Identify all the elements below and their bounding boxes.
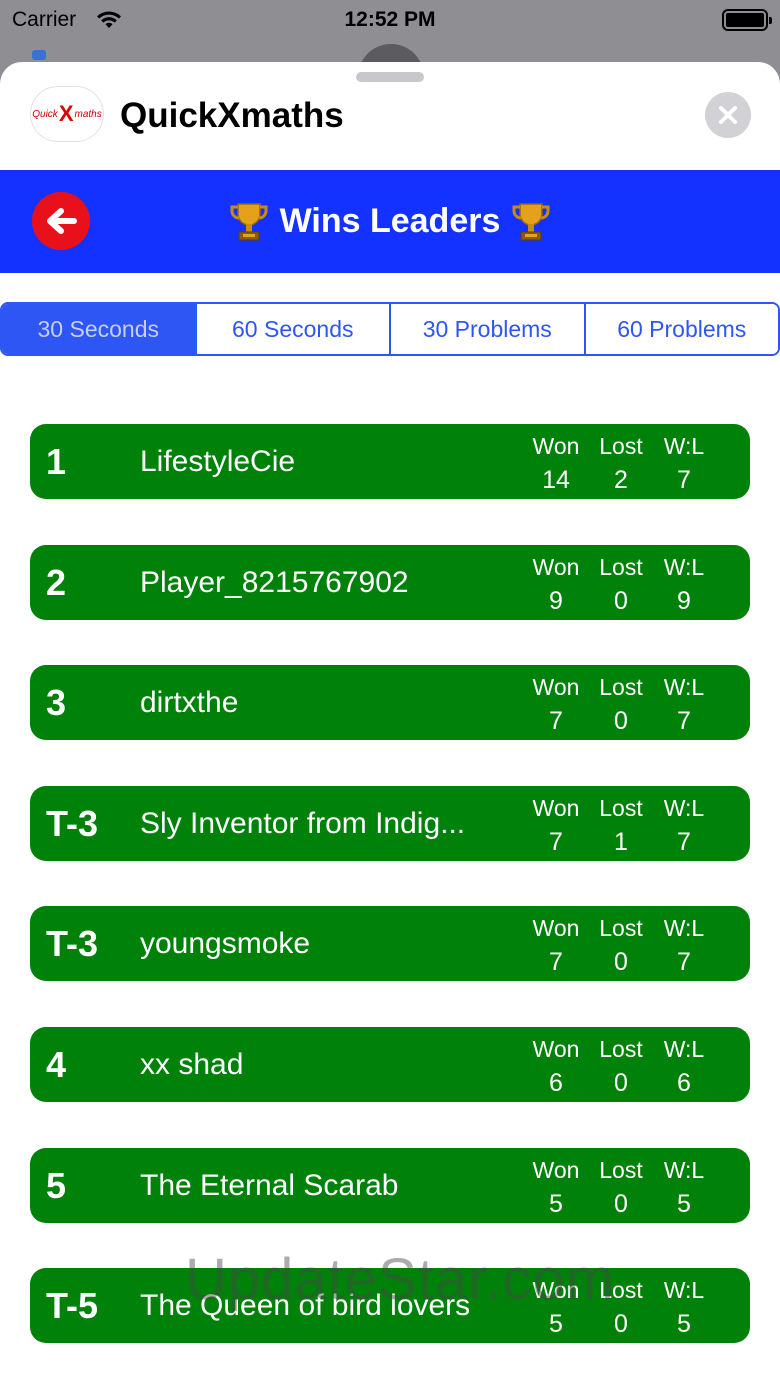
won-stat: Won 6	[532, 1035, 580, 1097]
clock: 12:52 PM	[344, 8, 436, 31]
win-loss-ratio-stat: W:L 5	[663, 1277, 705, 1339]
lost-stat: Lost 0	[599, 553, 643, 615]
won-stat: Won 9	[532, 553, 580, 615]
won-stat: Won 7	[532, 794, 580, 856]
lost-stat: Lost 0	[599, 1156, 643, 1218]
back-button[interactable]	[32, 192, 90, 250]
app-logo: Quick Xmaths	[30, 86, 104, 142]
modal-sheet: Quick Xmaths QuickXmaths Wins Leaders 30…	[0, 62, 780, 1387]
back-arrow-icon	[47, 208, 77, 234]
rank-label: 1	[46, 441, 67, 482]
status-bar: Carrier 12:52 PM	[0, 0, 780, 40]
battery-icon	[722, 9, 772, 31]
player-name: dirtxthe	[140, 686, 239, 720]
leaderboard-row[interactable]: 5 The Eternal Scarab Won 5 Lost 0 W:L 5	[30, 1147, 750, 1223]
win-loss-ratio-stat: W:L 7	[663, 915, 705, 977]
win-loss-ratio-stat: W:L 7	[663, 674, 705, 736]
banner-title-row: Wins Leaders	[0, 170, 780, 273]
player-name: The Eternal Scarab	[140, 1168, 399, 1202]
watermark: UpdateStar.com	[185, 1247, 615, 1312]
time-mode-tabs: 30 Seconds 60 Seconds 30 Problems 60 Pro…	[0, 302, 780, 356]
player-name: LifestyleCie	[140, 445, 296, 478]
banner-title: Wins Leaders	[279, 202, 501, 240]
win-loss-ratio-stat: W:L 9	[663, 553, 705, 615]
win-loss-ratio-stat: W:L 6	[663, 1035, 705, 1097]
win-loss-ratio-stat: W:L 7	[663, 433, 705, 494]
lost-stat: Lost 2	[599, 433, 643, 494]
player-name: xx shad	[140, 1047, 244, 1081]
won-stat: Won 14	[532, 433, 580, 494]
app-header: Quick Xmaths QuickXmaths	[0, 62, 780, 170]
leaderboard-row[interactable]: 4 xx shad Won 6 Lost 0 W:L 6	[30, 1026, 750, 1102]
background-app-peek	[32, 50, 46, 60]
rank-label: 5	[46, 1164, 67, 1206]
lost-stat: Lost 0	[599, 915, 643, 977]
leaderboard-list: 1 LifestyleCie Won 14 Lost 2 W:L 7 2 Player…	[30, 424, 750, 1387]
leaderboard-row[interactable]: 3 dirtxthe Won 7 Lost 0 W:L 7	[30, 665, 750, 741]
win-loss-ratio-stat: W:L 7	[663, 794, 705, 856]
page-banner: Wins Leaders	[0, 170, 780, 273]
win-loss-ratio-stat: W:L 5	[663, 1156, 705, 1218]
rank-label: T-3	[46, 802, 99, 844]
tab-60-problems[interactable]: 60 Problems	[585, 304, 778, 354]
lost-stat: Lost 1	[599, 794, 643, 856]
close-icon	[719, 106, 737, 124]
tab-30-problems[interactable]: 30 Problems	[391, 304, 586, 354]
player-name: youngsmoke	[140, 927, 311, 961]
won-stat: Won 5	[532, 1156, 580, 1218]
rank-label: T-3	[46, 923, 99, 965]
lost-stat: Lost 0	[599, 1035, 643, 1097]
player-name: Player_8215767902	[140, 565, 409, 599]
trophy-icon	[512, 202, 550, 240]
leaderboard-row[interactable]: T-3 Sly Inventor from Indig... Won 7 Lost…	[30, 785, 750, 861]
rank-label: T-5	[46, 1285, 99, 1327]
trophy-icon	[230, 202, 268, 240]
tab-30-seconds[interactable]: 30 Seconds	[2, 304, 197, 354]
leaderboard-row[interactable]: T-3 youngsmoke Won 7 Lost 0 W:L 7	[30, 906, 750, 982]
rank-label: 4	[46, 1043, 67, 1085]
leaderboard-row[interactable]: 1 LifestyleCie Won 14 Lost 2 W:L 7	[30, 424, 750, 499]
rank-label: 2	[46, 561, 67, 603]
won-stat: Won 7	[532, 915, 580, 977]
won-stat: Won 7	[532, 674, 580, 736]
lost-stat: Lost 0	[599, 674, 643, 736]
rank-label: 3	[46, 682, 67, 724]
tab-60-seconds[interactable]: 60 Seconds	[196, 304, 391, 354]
player-name: Sly Inventor from Indig...	[140, 806, 466, 840]
close-button[interactable]	[705, 92, 751, 138]
leaderboard-row[interactable]: 2 Player_8215767902 Won 9 Lost 0 W:L 9	[30, 544, 750, 620]
app-title: QuickXmaths	[120, 96, 344, 135]
